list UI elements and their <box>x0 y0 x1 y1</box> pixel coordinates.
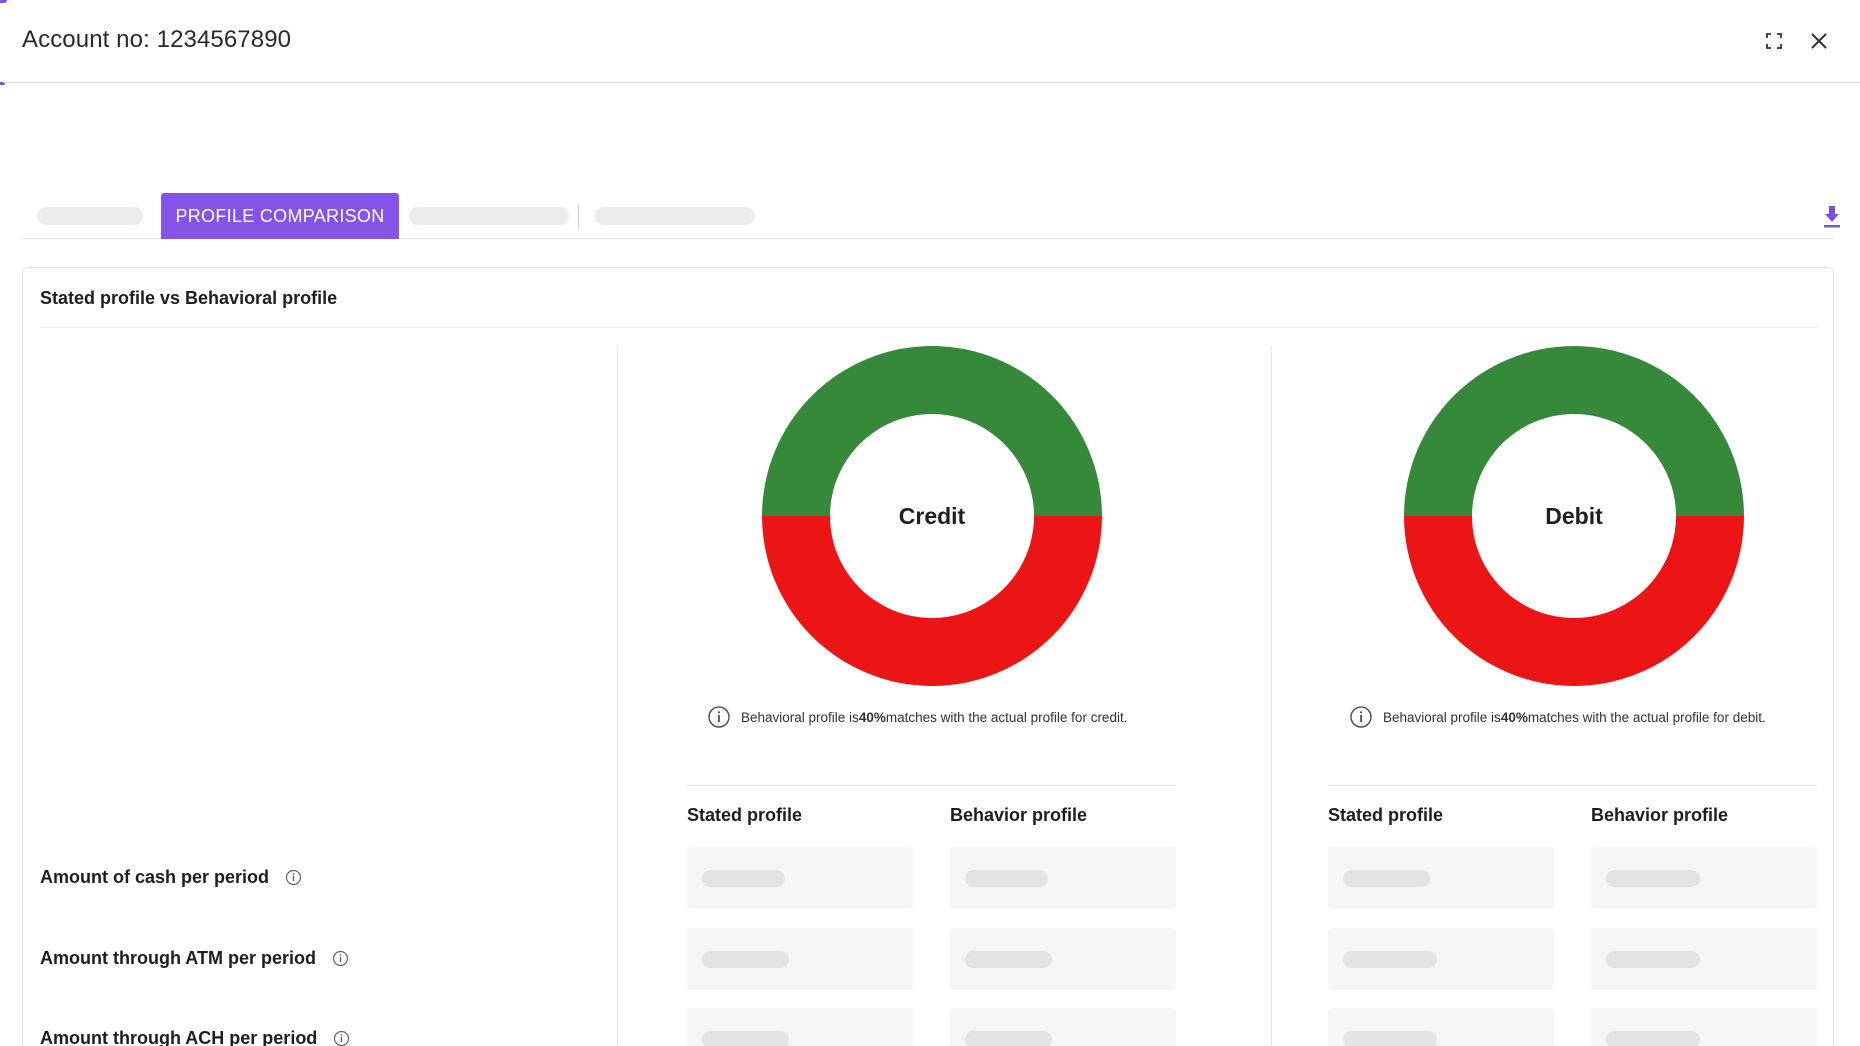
debit-stated-atm-cell <box>1328 928 1554 990</box>
tab-placeholder-3[interactable] <box>595 207 755 225</box>
download-icon <box>1824 206 1840 228</box>
row-label-text: Amount through ATM per period <box>40 948 316 968</box>
loading-placeholder <box>1343 951 1437 968</box>
debit-behavior-header: Behavior profile <box>1591 805 1729 825</box>
loading-placeholder <box>965 1031 1052 1046</box>
loading-placeholder <box>1606 1031 1700 1046</box>
debit-behavior-ach-cell <box>1591 1008 1817 1046</box>
loading-placeholder <box>965 870 1048 887</box>
credit-donut-label: Credit <box>898 502 966 529</box>
dialog-title: Account no: 1234567890 <box>22 26 292 53</box>
tab-profile-comparison[interactable]: PROFILE COMPARISON <box>161 193 399 239</box>
tab-divider <box>578 205 579 229</box>
profile-comparison-dialog: Account no: 1234567890 PROFILE COMPARISO… <box>0 0 1860 1046</box>
loading-placeholder <box>1343 1031 1437 1046</box>
debit-behavior-atm-cell <box>1591 928 1817 990</box>
credit-behavior-ach-cell <box>950 1008 1176 1046</box>
debit-donut-chart: Debit <box>1404 346 1744 686</box>
debit-info-prefix: Behavioral profile is <box>1383 709 1501 725</box>
info-icon[interactable] <box>707 705 731 729</box>
credit-stated-ach-cell <box>687 1008 913 1046</box>
credit-info-percent: 40% <box>858 709 886 725</box>
debit-match-info: Behavioral profile is 40% matches with t… <box>1349 704 1766 730</box>
info-icon[interactable] <box>333 1030 350 1046</box>
credit-behavior-header: Behavior profile <box>950 805 1088 825</box>
expand-icon <box>1766 33 1782 49</box>
column-divider <box>1271 346 1272 1046</box>
divider <box>40 327 1817 328</box>
row-label-cash: Amount of cash per period <box>40 867 302 888</box>
loading-placeholder <box>702 1031 789 1046</box>
download-button[interactable] <box>1820 203 1844 229</box>
row-label-text: Amount of cash per period <box>40 867 270 887</box>
loading-placeholder <box>1606 951 1700 968</box>
row-label-atm: Amount through ATM per period <box>40 948 349 969</box>
credit-stated-header: Stated profile <box>687 805 803 825</box>
row-label-text: Amount through ACH per period <box>40 1028 318 1046</box>
loading-placeholder <box>1343 870 1430 887</box>
credit-donut-chart: Credit <box>762 346 1102 686</box>
accent-corner <box>0 82 5 85</box>
info-icon[interactable] <box>332 950 349 967</box>
accent-corner <box>0 0 7 3</box>
divider <box>1328 785 1817 786</box>
tab-bar: PROFILE COMPARISON <box>22 193 1840 239</box>
close-icon <box>1811 33 1827 49</box>
credit-stated-cash-cell <box>687 847 913 909</box>
loading-placeholder <box>702 870 785 887</box>
debit-info-percent: 40% <box>1500 709 1528 725</box>
credit-info-prefix: Behavioral profile is <box>741 709 859 725</box>
debit-behavior-cash-cell <box>1591 847 1817 909</box>
column-divider <box>617 346 618 1046</box>
tab-placeholder-1[interactable] <box>37 207 143 225</box>
credit-behavior-atm-cell <box>950 928 1176 990</box>
divider <box>687 785 1176 786</box>
info-icon[interactable] <box>285 869 302 886</box>
debit-info-suffix: matches with the actual profile for debi… <box>1527 709 1766 725</box>
loading-placeholder <box>1606 870 1700 887</box>
debit-stated-ach-cell <box>1328 1008 1554 1046</box>
debit-stated-cash-cell <box>1328 847 1554 909</box>
credit-behavior-cash-cell <box>950 847 1176 909</box>
dialog-header: Account no: 1234567890 <box>0 0 1860 83</box>
close-button[interactable] <box>1806 28 1832 54</box>
row-label-ach: Amount through ACH per period <box>40 1028 350 1046</box>
loading-placeholder <box>702 951 789 968</box>
loading-placeholder <box>965 951 1052 968</box>
expand-button[interactable] <box>1761 28 1787 54</box>
credit-stated-atm-cell <box>687 928 913 990</box>
tab-placeholder-2[interactable] <box>409 207 569 225</box>
credit-match-info: Behavioral profile is 40% matches with t… <box>707 704 1127 730</box>
info-icon[interactable] <box>1349 705 1373 729</box>
debit-donut-label: Debit <box>1545 502 1603 529</box>
debit-stated-header: Stated profile <box>1328 805 1444 825</box>
credit-info-suffix: matches with the actual profile for cred… <box>885 709 1128 725</box>
section-title: Stated profile vs Behavioral profile <box>40 288 338 308</box>
comparison-card: Stated profile vs Behavioral profile Cre… <box>22 267 1834 1046</box>
